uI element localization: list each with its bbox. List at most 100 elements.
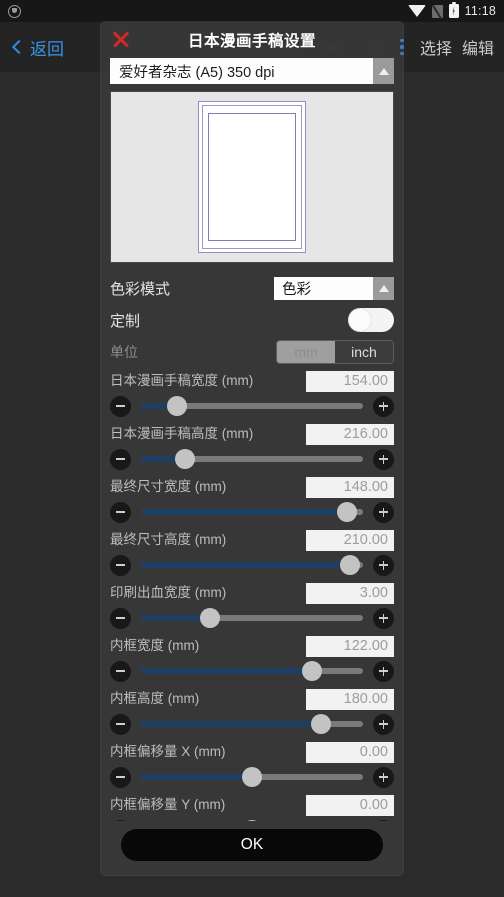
slider-value-field[interactable]: 216.00 [306, 423, 394, 445]
preset-caret-button[interactable] [373, 58, 394, 84]
slider-label: 日本漫画手稿高度 (mm) [110, 426, 254, 442]
slider-track[interactable] [141, 502, 363, 522]
caret-up-icon [378, 284, 389, 292]
preset-value: 爱好者杂志 (A5) 350 dpi [110, 58, 373, 84]
slider-label: 内框高度 (mm) [110, 691, 200, 707]
decrement-button[interactable] [110, 554, 131, 576]
slider-thumb[interactable] [242, 767, 262, 787]
unit-row: 单位 mm inch [110, 337, 394, 367]
slider-fill [141, 562, 350, 568]
slider-value-field[interactable]: 0.00 [306, 741, 394, 763]
slider-value-field[interactable]: 122.00 [306, 635, 394, 657]
slider-row [110, 445, 394, 473]
custom-label: 定制 [110, 312, 141, 330]
slider-thumb[interactable] [166, 396, 187, 416]
decrement-button[interactable] [110, 395, 131, 417]
slider-row [110, 710, 394, 738]
color-mode-caret-button[interactable] [373, 276, 394, 300]
increment-button[interactable] [373, 660, 394, 682]
kebab-menu-icon[interactable] [394, 35, 410, 60]
slider-value-field[interactable]: 210.00 [306, 529, 394, 551]
slider-fill [141, 721, 321, 727]
slider-track[interactable] [141, 714, 363, 734]
unit-label: 单位 [110, 344, 138, 360]
app-root: 11:18 我的画库 (0) 返回 选择 编辑 ⓘ ▶ ⇇ 没有艺术作品。 轻按… [0, 0, 504, 897]
slider-track[interactable] [141, 608, 363, 628]
color-mode-value: 色彩 [274, 276, 373, 300]
slider-value-field[interactable]: 154.00 [306, 370, 394, 392]
unit-segmented-control[interactable]: mm inch [276, 340, 394, 364]
slider-label: 日本漫画手稿宽度 (mm) [110, 373, 254, 389]
slider-value-field[interactable]: 0.00 [306, 794, 394, 816]
preset-dropdown[interactable]: 爱好者杂志 (A5) 350 dpi [110, 58, 394, 84]
slider-row [110, 498, 394, 526]
slider-label: 最终尺寸宽度 (mm) [110, 479, 227, 495]
slider-row [110, 551, 394, 579]
slider-thumb[interactable] [199, 608, 220, 628]
slider-head: 内框高度 (mm) 180.00 [110, 688, 394, 710]
unit-option-inch[interactable]: inch [335, 341, 393, 363]
page-preview [110, 91, 394, 263]
slider-fill [141, 509, 348, 515]
slider-head: 日本漫画手稿高度 (mm) 216.00 [110, 423, 394, 445]
status-bar-right: 11:18 [407, 2, 496, 18]
custom-toggle[interactable] [348, 308, 394, 332]
color-mode-dropdown[interactable]: 色彩 [274, 276, 394, 300]
dialog-title: 日本漫画手稿设置 [187, 33, 316, 50]
slider-row [110, 604, 394, 632]
slider-head: 内框宽度 (mm) 122.00 [110, 635, 394, 657]
slider-thumb[interactable] [301, 661, 322, 681]
signal-off-icon [431, 4, 443, 18]
caret-up-icon [378, 67, 389, 75]
decrement-button[interactable] [110, 766, 131, 788]
status-bar: 11:18 [0, 0, 504, 22]
slider-value-field[interactable]: 3.00 [306, 582, 394, 604]
slider-row [110, 392, 394, 420]
nav-actions: 选择 编辑 [394, 35, 494, 60]
slider-thumb[interactable] [339, 555, 360, 575]
slider-value-field[interactable]: 148.00 [306, 476, 394, 498]
decrement-button[interactable] [110, 607, 131, 629]
slider-head: 内框偏移量 Y (mm) 0.00 [110, 794, 394, 816]
slider-label: 最终尺寸高度 (mm) [110, 532, 227, 548]
preview-trim-box [202, 105, 302, 249]
slider-label: 内框宽度 (mm) [110, 638, 200, 654]
slider-thumb[interactable] [310, 714, 331, 734]
increment-button[interactable] [373, 448, 394, 470]
shield-icon [8, 4, 21, 18]
dialog-body: 爱好者杂志 (A5) 350 dpi 色彩模式 色彩 定制 单位 mm inch… [101, 58, 403, 821]
slider-row [110, 763, 394, 791]
slider-fill [141, 774, 252, 780]
custom-toggle-row: 定制 [110, 303, 394, 337]
slider-head: 印刷出血宽度 (mm) 3.00 [110, 582, 394, 604]
increment-button[interactable] [373, 607, 394, 629]
slider-head: 日本漫画手稿宽度 (mm) 154.00 [110, 370, 394, 392]
slider-track[interactable] [141, 767, 363, 787]
slider-value-field[interactable]: 180.00 [306, 688, 394, 710]
increment-button[interactable] [373, 766, 394, 788]
decrement-button[interactable] [110, 660, 131, 682]
edit-button[interactable]: 编辑 [462, 35, 494, 59]
ok-button[interactable]: OK [121, 829, 383, 861]
slider-track[interactable] [141, 449, 363, 469]
slider-track[interactable] [141, 661, 363, 681]
dialog-footer: OK [101, 821, 403, 875]
slider-head: 内框偏移量 X (mm) 0.00 [110, 741, 394, 763]
slider-fill [141, 668, 312, 674]
slider-thumb[interactable] [337, 502, 358, 522]
slider-track[interactable] [141, 396, 363, 416]
decrement-button[interactable] [110, 713, 131, 735]
status-bar-left [8, 4, 21, 18]
decrement-button[interactable] [110, 501, 131, 523]
slider-track[interactable] [141, 555, 363, 575]
decrement-button[interactable] [110, 448, 131, 470]
select-button[interactable]: 选择 [420, 35, 452, 59]
close-x-icon[interactable] [110, 28, 132, 50]
increment-button[interactable] [373, 395, 394, 417]
unit-option-mm[interactable]: mm [277, 341, 335, 363]
slider-label: 内框偏移量 Y (mm) [110, 797, 226, 813]
increment-button[interactable] [373, 501, 394, 523]
slider-thumb[interactable] [175, 449, 196, 469]
increment-button[interactable] [373, 713, 394, 735]
increment-button[interactable] [373, 554, 394, 576]
